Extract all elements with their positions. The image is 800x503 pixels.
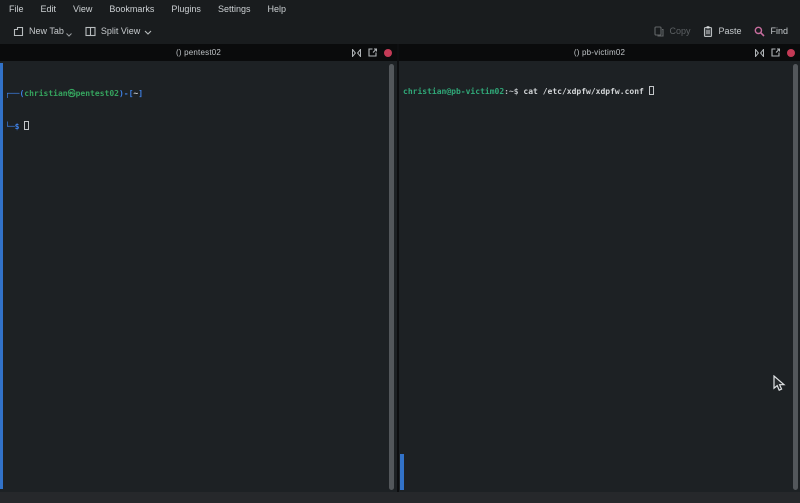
menu-edit[interactable]: Edit [41,4,57,14]
prompt-line: christian@pb-victim02:~$ cat /etc/xdpfw/… [403,86,800,97]
maximize-view-icon[interactable] [352,49,361,57]
focus-indicator-bar [400,454,404,490]
paste-icon [702,25,714,38]
terminal-cursor [24,121,29,130]
pane-pentest02: () pentest02 [0,44,397,492]
user-host: christian@pb-victim02 [403,87,504,96]
detach-view-icon[interactable] [368,48,377,57]
pane-pb-victim02: () pb-victim02 [399,44,800,492]
split-view-container: () pentest02 [0,44,800,492]
menu-plugins[interactable]: Plugins [171,4,201,14]
toolbar: New Tab Split View [0,18,800,44]
menu-bookmarks[interactable]: Bookmarks [109,4,154,14]
pane-header-pb-victim02[interactable]: () pb-victim02 [399,44,800,61]
find-button[interactable]: Find [747,22,794,41]
pane-title: () pb-victim02 [574,48,625,57]
menu-file[interactable]: File [9,4,24,14]
pane-title: () pentest02 [176,48,221,57]
terminal-output: ┌──(christian㉿pentest02)-[~] └─$ [0,61,397,154]
konsole-window: File Edit View Bookmarks Plugins Setting… [0,0,800,503]
split-view-label: Split View [101,26,140,36]
pane-header-actions [352,44,392,61]
paste-button[interactable]: Paste [696,22,747,41]
close-view-icon[interactable] [384,49,392,57]
menu-settings[interactable]: Settings [218,4,251,14]
window-bottom-edge [0,492,800,503]
maximize-view-icon[interactable] [755,49,764,57]
terminal-pb-victim02[interactable]: christian@pb-victim02:~$ cat /etc/xdpfw/… [399,61,800,492]
prompt-line-2: └─$ [5,121,397,132]
pane-header-actions [755,44,795,61]
menu-bar: File Edit View Bookmarks Plugins Setting… [0,0,800,18]
menu-help[interactable]: Help [267,4,286,14]
split-view-button[interactable]: Split View [78,22,158,41]
terminal-cursor [649,86,654,95]
typed-command: cat /etc/xdpfw/xdpfw.conf [523,87,648,96]
copy-label: Copy [669,26,690,36]
terminal-output: christian@pb-victim02:~$ cat /etc/xdpfw/… [399,61,800,119]
focus-indicator-bar [0,63,3,489]
copy-icon [653,25,665,38]
chevron-down-icon [66,33,72,37]
find-label: Find [770,26,788,36]
pane-header-pentest02[interactable]: () pentest02 [0,44,397,61]
new-tab-button[interactable]: New Tab [6,22,78,41]
find-icon [753,25,766,38]
new-tab-icon [12,25,25,38]
chevron-down-icon [144,30,152,35]
terminal-pentest02[interactable]: ┌──(christian㉿pentest02)-[~] └─$ [0,61,397,492]
paste-label: Paste [718,26,741,36]
prompt-line-1: ┌──(christian㉿pentest02)-[~] [5,88,397,99]
copy-button[interactable]: Copy [647,22,696,41]
scrollbar[interactable] [793,64,798,490]
split-view-icon [84,25,97,38]
new-tab-label: New Tab [29,26,64,36]
detach-view-icon[interactable] [771,48,780,57]
scrollbar[interactable] [389,64,394,490]
close-view-icon[interactable] [787,49,795,57]
user-host: christian㉿pentest02 [24,89,119,98]
menu-view[interactable]: View [73,4,92,14]
